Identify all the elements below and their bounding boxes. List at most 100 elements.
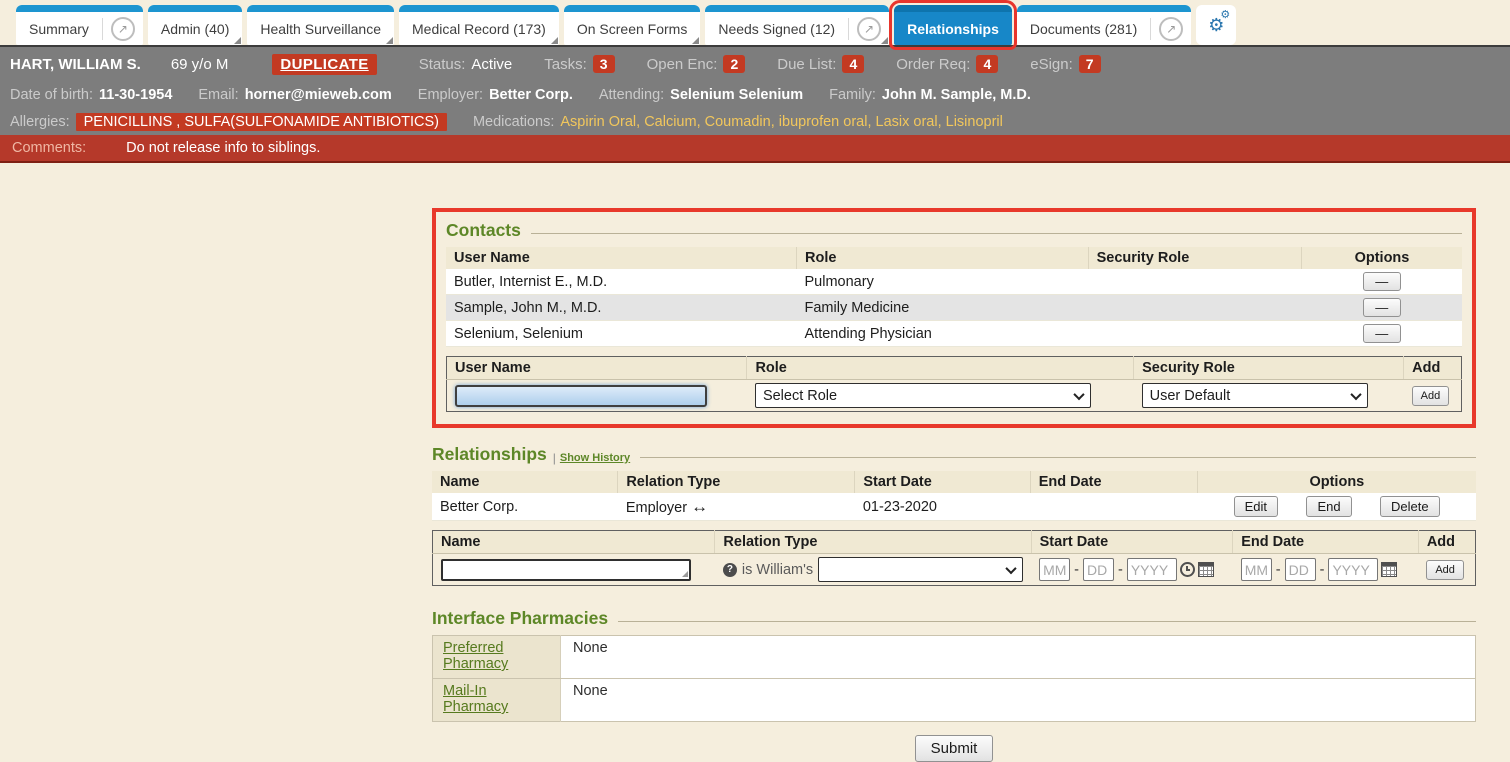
tab-documents[interactable]: Documents (281) ↗: [1017, 5, 1191, 45]
relationship-row: Better Corp. Employer↔ 01-23-2020 Edit E…: [432, 493, 1476, 521]
col-user-name: User Name: [447, 357, 747, 380]
open-enc-badge[interactable]: 2: [723, 55, 745, 73]
duplicate-flag[interactable]: DUPLICATE: [272, 54, 376, 75]
start-year-input[interactable]: [1127, 558, 1177, 581]
col-start-date: Start Date: [855, 471, 1030, 493]
due-list-counter: Due List: 4: [777, 55, 864, 73]
end-year-input[interactable]: [1328, 558, 1378, 581]
contact-row: Butler, Internist E., M.D. Pulmonary —: [446, 269, 1462, 295]
patient-header-row1: HART, WILLIAM S. 69 y/o M DUPLICATE Stat…: [0, 45, 1510, 81]
edit-relationship-button[interactable]: Edit: [1234, 496, 1278, 517]
popout-icon[interactable]: ↗: [111, 17, 135, 41]
col-relation-type: Relation Type: [618, 471, 855, 493]
contact-user-name: Butler, Internist E., M.D.: [446, 269, 797, 295]
col-start-date: Start Date: [1031, 531, 1233, 554]
popout-icon[interactable]: ↗: [1159, 17, 1183, 41]
col-add: Add: [1418, 531, 1475, 554]
tab-medical-record[interactable]: Medical Record (173): [399, 5, 559, 45]
new-relationship-name-input[interactable]: [441, 559, 691, 581]
settings-button[interactable]: ⚙ ⚙: [1196, 5, 1236, 45]
role-select[interactable]: Select Role: [755, 383, 1091, 408]
contacts-section: Contacts User Name Role Security Role Op…: [432, 208, 1476, 428]
remove-contact-button[interactable]: —: [1363, 272, 1401, 291]
remove-contact-button[interactable]: —: [1363, 324, 1401, 343]
clock-icon[interactable]: [1180, 562, 1195, 577]
start-month-input[interactable]: [1039, 558, 1070, 581]
calendar-icon[interactable]: [1381, 562, 1397, 577]
popout-arrow-icon: ↗: [1166, 23, 1176, 35]
help-icon[interactable]: ?: [723, 563, 737, 577]
relation-type-select[interactable]: [818, 557, 1023, 582]
security-role-select[interactable]: User Default: [1142, 383, 1368, 408]
employer-value: Better Corp.: [489, 87, 573, 103]
new-contact-username-input[interactable]: [455, 385, 707, 407]
tab-needs-signed[interactable]: Needs Signed (12) ↗: [705, 5, 889, 45]
dob-label: Date of birth:: [10, 87, 93, 103]
allergies-value[interactable]: PENICILLINS , SULFA(SULFONAMIDE ANTIBIOT…: [76, 113, 447, 131]
medication-link[interactable]: Lisinopril: [946, 114, 1003, 130]
col-role: Role: [797, 247, 1089, 269]
email-label: Email:: [198, 87, 238, 103]
tab-health-surveillance[interactable]: Health Surveillance: [247, 5, 394, 45]
add-relationship-button[interactable]: Add: [1426, 560, 1464, 580]
pharmacies-table: Preferred Pharmacy None Mail-In Pharmacy…: [432, 635, 1476, 722]
add-contact-button[interactable]: Add: [1412, 386, 1450, 406]
delete-relationship-button[interactable]: Delete: [1380, 496, 1440, 517]
contacts-table: User Name Role Security Role Options But…: [446, 247, 1462, 347]
family-label: Family:: [829, 87, 876, 103]
col-options: Options: [1197, 471, 1476, 493]
show-history-link[interactable]: Show History: [560, 452, 630, 464]
tab-divider: [848, 18, 849, 40]
chevron-down-icon: [1073, 388, 1084, 399]
mail-in-pharmacy-link[interactable]: Mail-In Pharmacy: [443, 683, 508, 715]
employer-label: Employer:: [418, 87, 483, 103]
add-relationship-table: Name Relation Type Start Date End Date A…: [432, 530, 1476, 586]
order-req-badge[interactable]: 4: [976, 55, 998, 73]
start-day-input[interactable]: [1083, 558, 1114, 581]
relationship-type: Employer↔: [618, 493, 855, 521]
patient-name: HART, WILLIAM S.: [10, 56, 141, 73]
patient-header-row3: Allergies: PENICILLINS , SULFA(SULFONAMI…: [0, 108, 1510, 135]
tab-summary[interactable]: Summary ↗: [16, 5, 143, 45]
submit-button[interactable]: Submit: [915, 735, 994, 762]
medication-link[interactable]: Aspirin Oral: [560, 114, 644, 130]
col-relation-type: Relation Type: [715, 531, 1031, 554]
popout-arrow-icon: ↗: [118, 23, 128, 35]
dob-value: 11-30-1954: [99, 87, 172, 103]
calendar-icon[interactable]: [1198, 562, 1214, 577]
col-security-role: Security Role: [1088, 247, 1301, 269]
esign-badge[interactable]: 7: [1079, 55, 1101, 73]
tab-on-screen-forms[interactable]: On Screen Forms: [564, 5, 700, 45]
due-list-badge[interactable]: 4: [842, 55, 864, 73]
medication-link[interactable]: ibuprofen oral: [779, 114, 876, 130]
contact-security-role: [1088, 269, 1301, 295]
tab-relationships[interactable]: Relationships: [894, 5, 1012, 45]
contact-user-name: Sample, John M., M.D.: [446, 295, 797, 321]
end-day-input[interactable]: [1285, 558, 1316, 581]
end-month-input[interactable]: [1241, 558, 1272, 581]
attending-label: Attending:: [599, 87, 664, 103]
relationship-name: Better Corp.: [432, 493, 618, 521]
chevron-down-icon: [1005, 562, 1016, 573]
order-req-counter: Order Req: 4: [896, 55, 998, 73]
allergies-group: Allergies: PENICILLINS , SULFA(SULFONAMI…: [10, 113, 447, 131]
medication-link[interactable]: Coumadin: [705, 114, 779, 130]
dob-group: Date of birth: 11-30-1954: [10, 87, 172, 103]
attending-group: Attending: Selenium Selenium: [599, 87, 803, 103]
medication-link[interactable]: Lasix oral: [876, 114, 946, 130]
resize-grip-icon[interactable]: [682, 571, 688, 577]
popout-icon[interactable]: ↗: [857, 17, 881, 41]
tab-health-surveillance-label: Health Surveillance: [247, 21, 394, 37]
tasks-badge[interactable]: 3: [593, 55, 615, 73]
relationships-section: Relationships | Show History Name Relati…: [432, 444, 1476, 586]
remove-contact-button[interactable]: —: [1363, 298, 1401, 317]
tab-admin[interactable]: Admin (40): [148, 5, 242, 45]
preferred-pharmacy-link[interactable]: Preferred Pharmacy: [443, 640, 508, 672]
col-add: Add: [1404, 357, 1462, 380]
col-options: Options: [1301, 247, 1462, 269]
col-user-name: User Name: [446, 247, 797, 269]
medication-link[interactable]: Calcium: [644, 114, 704, 130]
col-end-date: End Date: [1233, 531, 1419, 554]
pharmacy-row: Mail-In Pharmacy None: [433, 679, 1476, 722]
end-relationship-button[interactable]: End: [1306, 496, 1351, 517]
